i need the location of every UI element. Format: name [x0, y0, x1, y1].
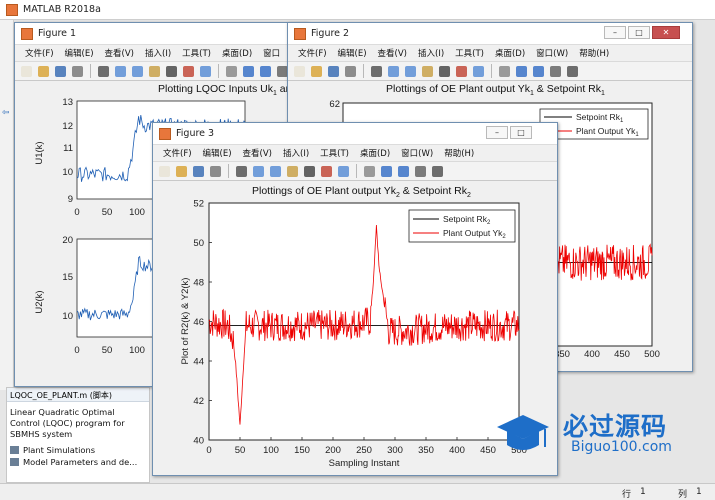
graduation-cap-icon [497, 415, 549, 450]
svg-text:12: 12 [62, 121, 73, 132]
svg-text:50: 50 [102, 207, 113, 218]
file-tag: (脚本) [89, 391, 112, 400]
svg-text:13: 13 [62, 97, 73, 108]
left-toolstrip-edge [0, 20, 14, 390]
status-bar: 行 1 列 1 [0, 483, 715, 500]
y-tick-label: 48 [193, 278, 204, 289]
col-label: 列 [678, 490, 688, 500]
x-tick-label: 350 [418, 445, 434, 456]
y-axis-label: Plot of R2(k) & Y2(k) [180, 278, 191, 365]
main-titlebar: MATLAB R2018a [0, 0, 715, 20]
y-tick-label: 52 [193, 199, 204, 210]
svg-text:100: 100 [129, 345, 145, 356]
description-line-1: Linear Quadratic Optimal [10, 407, 115, 417]
svg-text:10: 10 [62, 311, 73, 322]
svg-text:100: 100 [129, 207, 145, 218]
watermark-logo: 必过源码 Biguo100.com [493, 405, 703, 465]
description-line-3: SBMHS system [10, 429, 73, 439]
x-tick-label: 150 [294, 445, 310, 456]
file-details-panel: LQOC_OE_PLANT.m (脚本) Linear Quadratic Op… [6, 387, 150, 483]
matlab-logo-icon [6, 3, 18, 16]
watermark-line-1: 必过源码 [563, 412, 668, 441]
svg-text:0: 0 [74, 207, 79, 218]
svg-text:9: 9 [68, 194, 73, 205]
y-tick-label: 46 [193, 317, 204, 328]
file-name: LQOC_OE_PLANT.m [10, 391, 88, 400]
list-item-plant-simulations[interactable]: Plant Simulations [10, 444, 146, 456]
main-window-title: MATLAB R2018a [23, 4, 101, 15]
x-axis-label: Sampling Instant [329, 458, 400, 469]
row-value: 1 [640, 487, 646, 497]
x-tick-label: 400 [449, 445, 465, 456]
watermark-line-2: Biguo100.com [571, 439, 672, 455]
description-line-2: Control (LQOC) program for [10, 418, 125, 428]
row-label: 行 [622, 490, 632, 500]
col-value: 1 [696, 487, 702, 497]
section-icon [10, 458, 19, 466]
svg-text:50: 50 [102, 345, 113, 356]
svg-text:10: 10 [62, 167, 73, 178]
x-tick-label: 300 [387, 445, 403, 456]
y-tick-label: 42 [193, 396, 204, 407]
svg-text:0: 0 [74, 345, 79, 356]
y-tick-label: 40 [193, 436, 204, 447]
svg-text:U1(k): U1(k) [34, 141, 45, 164]
svg-text:15: 15 [62, 272, 73, 283]
nav-arrow-icon[interactable]: ⇦ [2, 108, 12, 120]
list-item-model-parameters[interactable]: Model Parameters and de... [10, 456, 146, 468]
x-tick-label: 250 [356, 445, 372, 456]
section-icon [10, 446, 19, 454]
svg-text:62: 62 [329, 99, 340, 110]
file-details-header: LQOC_OE_PLANT.m (脚本) [7, 388, 149, 402]
svg-text:U2(k): U2(k) [34, 290, 45, 313]
y-tick-label: 44 [193, 357, 204, 368]
x-tick-label: 50 [235, 445, 246, 456]
x-tick-label: 100 [263, 445, 279, 456]
x-tick-label: 200 [325, 445, 341, 456]
svg-text:400: 400 [584, 349, 600, 360]
svg-text:450: 450 [614, 349, 630, 360]
svg-text:500: 500 [644, 349, 660, 360]
y-tick-label: 50 [193, 238, 204, 249]
svg-text:11: 11 [63, 143, 73, 154]
svg-text:20: 20 [62, 235, 73, 246]
x-tick-label: 0 [206, 445, 211, 456]
